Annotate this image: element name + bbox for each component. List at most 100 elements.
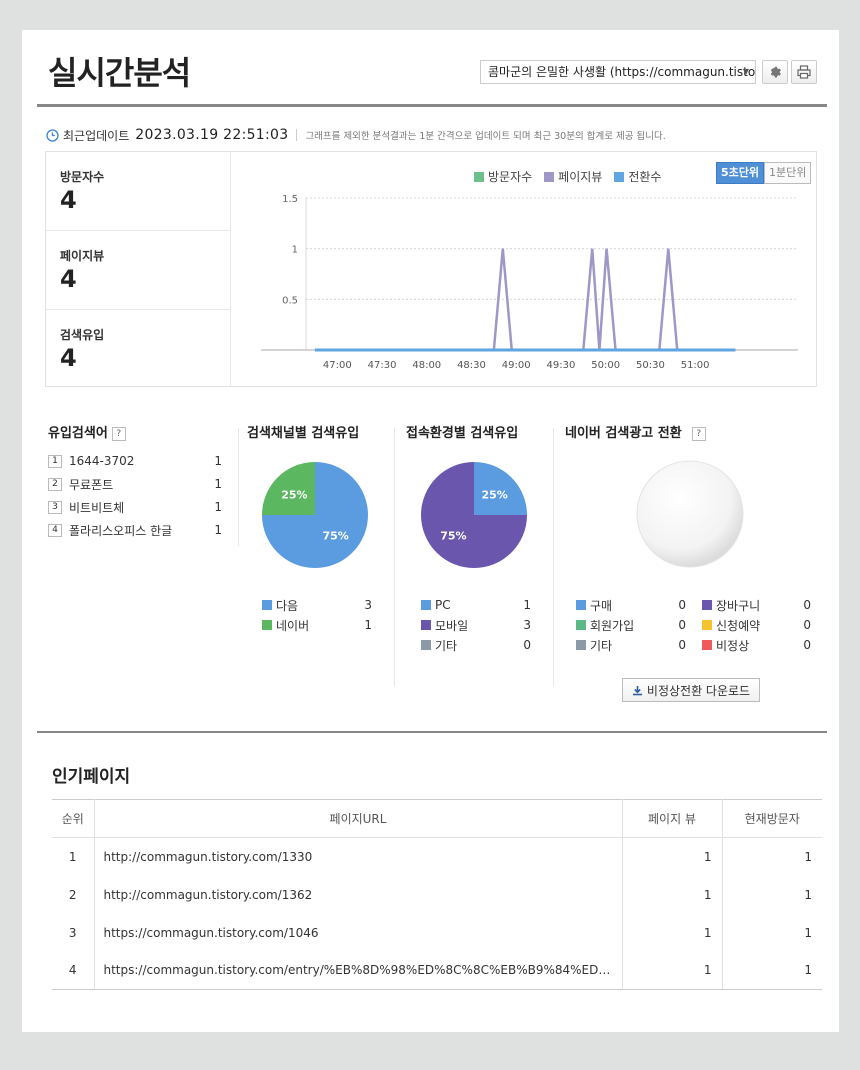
legend-swatch <box>576 640 586 650</box>
blog-select-dropdown[interactable]: 콤마군의 은밀한 사생활 (https://commagun.tistory.c… <box>480 60 756 84</box>
keyword-rank: 2 <box>48 477 62 491</box>
col-url: 페이지URL <box>94 799 623 838</box>
row-rank: 3 <box>52 913 95 952</box>
settings-button[interactable] <box>762 60 788 84</box>
table-row: 3 https://commagun.tistory.com/1046 1 1 <box>52 913 822 952</box>
y-tick-label: 0.5 <box>282 295 298 306</box>
legend-row: 네이버 1 <box>262 615 372 635</box>
env-title: 접속환경별 검색유입 <box>406 426 519 441</box>
legend-swatch <box>576 620 586 630</box>
legend-row: 비정상 0 <box>702 635 811 655</box>
print-button[interactable] <box>791 60 817 84</box>
printer-icon <box>797 65 811 79</box>
legend-item: 전환수 <box>614 168 661 185</box>
legend-row: 구매 0 <box>576 595 686 615</box>
legend-swatch <box>262 600 272 610</box>
legend-value: 1 <box>523 598 531 612</box>
legend-swatch <box>614 171 625 182</box>
x-tick-label: 49:00 <box>502 360 531 371</box>
download-label: 비정상전환 다운로드 <box>646 683 751 698</box>
x-tick-label: 48:30 <box>457 360 486 371</box>
keyword-item[interactable]: 2 무료폰트 1 <box>48 475 222 493</box>
x-tick-label: 49:30 <box>547 360 576 371</box>
legend-row: 모바일 3 <box>421 615 531 635</box>
naver-ad-legend-left: 구매 0 회원가입 0 기타 0 <box>576 595 686 655</box>
legend-row: 기타 0 <box>576 635 686 655</box>
keyword-item[interactable]: 3 비트비트체 1 <box>48 498 222 516</box>
env-legend: PC 1 모바일 3 기타 0 <box>421 595 531 655</box>
realtime-line-chart: 1.5 1 0.5 47:00 47:30 48:00 48:30 49:00 49:30 50:… <box>261 194 798 371</box>
section-divider <box>394 428 395 686</box>
stat-value: 4 <box>60 265 77 293</box>
keyword-rank: 1 <box>48 454 62 468</box>
update-time: 2023.03.19 22:51:03 <box>135 127 289 143</box>
keyword-count: 1 <box>214 454 222 468</box>
help-icon[interactable]: ? <box>111 426 126 441</box>
keyword-term: 폴라리스오피스 한글 <box>69 523 173 538</box>
legend-value: 0 <box>523 638 531 652</box>
naver-ad-legend-right: 장바구니 0 신청예약 0 비정상 0 <box>702 595 811 655</box>
header-divider <box>37 104 827 107</box>
keyword-rank: 3 <box>48 500 62 514</box>
keyword-item[interactable]: 1 1644-3702 1 <box>48 452 222 470</box>
legend-name: 기타 <box>435 638 458 653</box>
row-visitors: 1 <box>804 849 812 864</box>
keyword-item[interactable]: 4 폴라리스오피스 한글 1 <box>48 521 222 539</box>
legend-row: 다음 3 <box>262 595 372 615</box>
col-rank: 순위 <box>52 799 95 838</box>
y-tick-label: 1.5 <box>282 194 298 205</box>
legend-value: 0 <box>803 638 811 652</box>
legend-value: 3 <box>523 618 531 632</box>
legend-label: 방문자수 <box>488 170 533 184</box>
keyword-term: 무료폰트 <box>69 477 114 492</box>
help-icon[interactable]: ? <box>691 426 706 441</box>
row-url-link[interactable]: https://commagun.tistory.com/1046 <box>94 913 623 952</box>
legend-swatch <box>576 600 586 610</box>
legend-name: PC <box>435 598 451 612</box>
popular-pages-title: 인기페이지 <box>52 767 131 787</box>
row-pageviews: 1 <box>622 913 723 952</box>
table-row: 1 http://commagun.tistory.com/1330 1 1 <box>52 837 822 876</box>
row-visitors: 1 <box>804 925 812 940</box>
keywords-title: 유입검색어? <box>48 422 126 441</box>
chart-legend: 방문자수 페이지뷰 전환수 <box>474 168 661 185</box>
pie-label: 75% <box>322 530 348 543</box>
legend-value: 3 <box>364 598 372 612</box>
row-pageviews: 1 <box>622 951 723 990</box>
abnormal-download-button[interactable]: 비정상전환 다운로드 <box>622 678 760 702</box>
section-title-text: 유입검색어 <box>48 426 108 441</box>
table-row: 2 http://commagun.tistory.com/1362 1 1 <box>52 875 822 914</box>
tab-1min[interactable]: 1분단위 <box>764 162 812 184</box>
legend-value: 1 <box>364 618 372 632</box>
row-url-link[interactable]: http://commagun.tistory.com/1330 <box>94 837 623 876</box>
legend-name: 다음 <box>276 598 299 613</box>
update-info: 최근업데이트 2023.03.19 22:51:03 그래프를 제외한 분석결과… <box>46 126 666 144</box>
row-rank: 1 <box>52 837 95 876</box>
legend-swatch <box>421 600 431 610</box>
legend-value: 0 <box>678 618 686 632</box>
env-pie-chart: 25% 75% <box>421 462 527 568</box>
x-tick-label: 47:00 <box>323 360 352 371</box>
stat-value: 4 <box>60 344 77 372</box>
realtime-summary-box: 방문자수 4 페이지뷰 4 검색유입 4 방문자수 페이지뷰 전환수 5초단위 … <box>45 151 817 387</box>
tab-5sec[interactable]: 5초단위 <box>716 162 765 184</box>
legend-value: 0 <box>678 638 686 652</box>
section-divider-line <box>37 731 827 733</box>
section-divider <box>238 428 239 546</box>
legend-name: 장바구니 <box>716 598 761 613</box>
update-label: 최근업데이트 <box>63 128 130 143</box>
legend-name: 비정상 <box>716 638 750 653</box>
interval-tabs: 5초단위 1분단위 <box>716 162 812 184</box>
col-pageviews: 페이지 뷰 <box>622 799 723 838</box>
row-pageviews: 1 <box>622 875 723 914</box>
legend-swatch <box>702 640 712 650</box>
update-separator <box>296 129 298 141</box>
row-url-link[interactable]: http://commagun.tistory.com/1362 <box>94 875 623 914</box>
legend-swatch <box>702 600 712 610</box>
row-url-link[interactable]: https://commagun.tistory.com/entry/%EB%8… <box>94 951 623 990</box>
section-title-text: 네이버 검색광고 전환 <box>565 426 682 441</box>
row-rank: 2 <box>52 875 95 914</box>
legend-label: 페이지뷰 <box>558 170 603 184</box>
legend-label: 전환수 <box>628 170 662 184</box>
row-visitors: 1 <box>722 951 822 990</box>
